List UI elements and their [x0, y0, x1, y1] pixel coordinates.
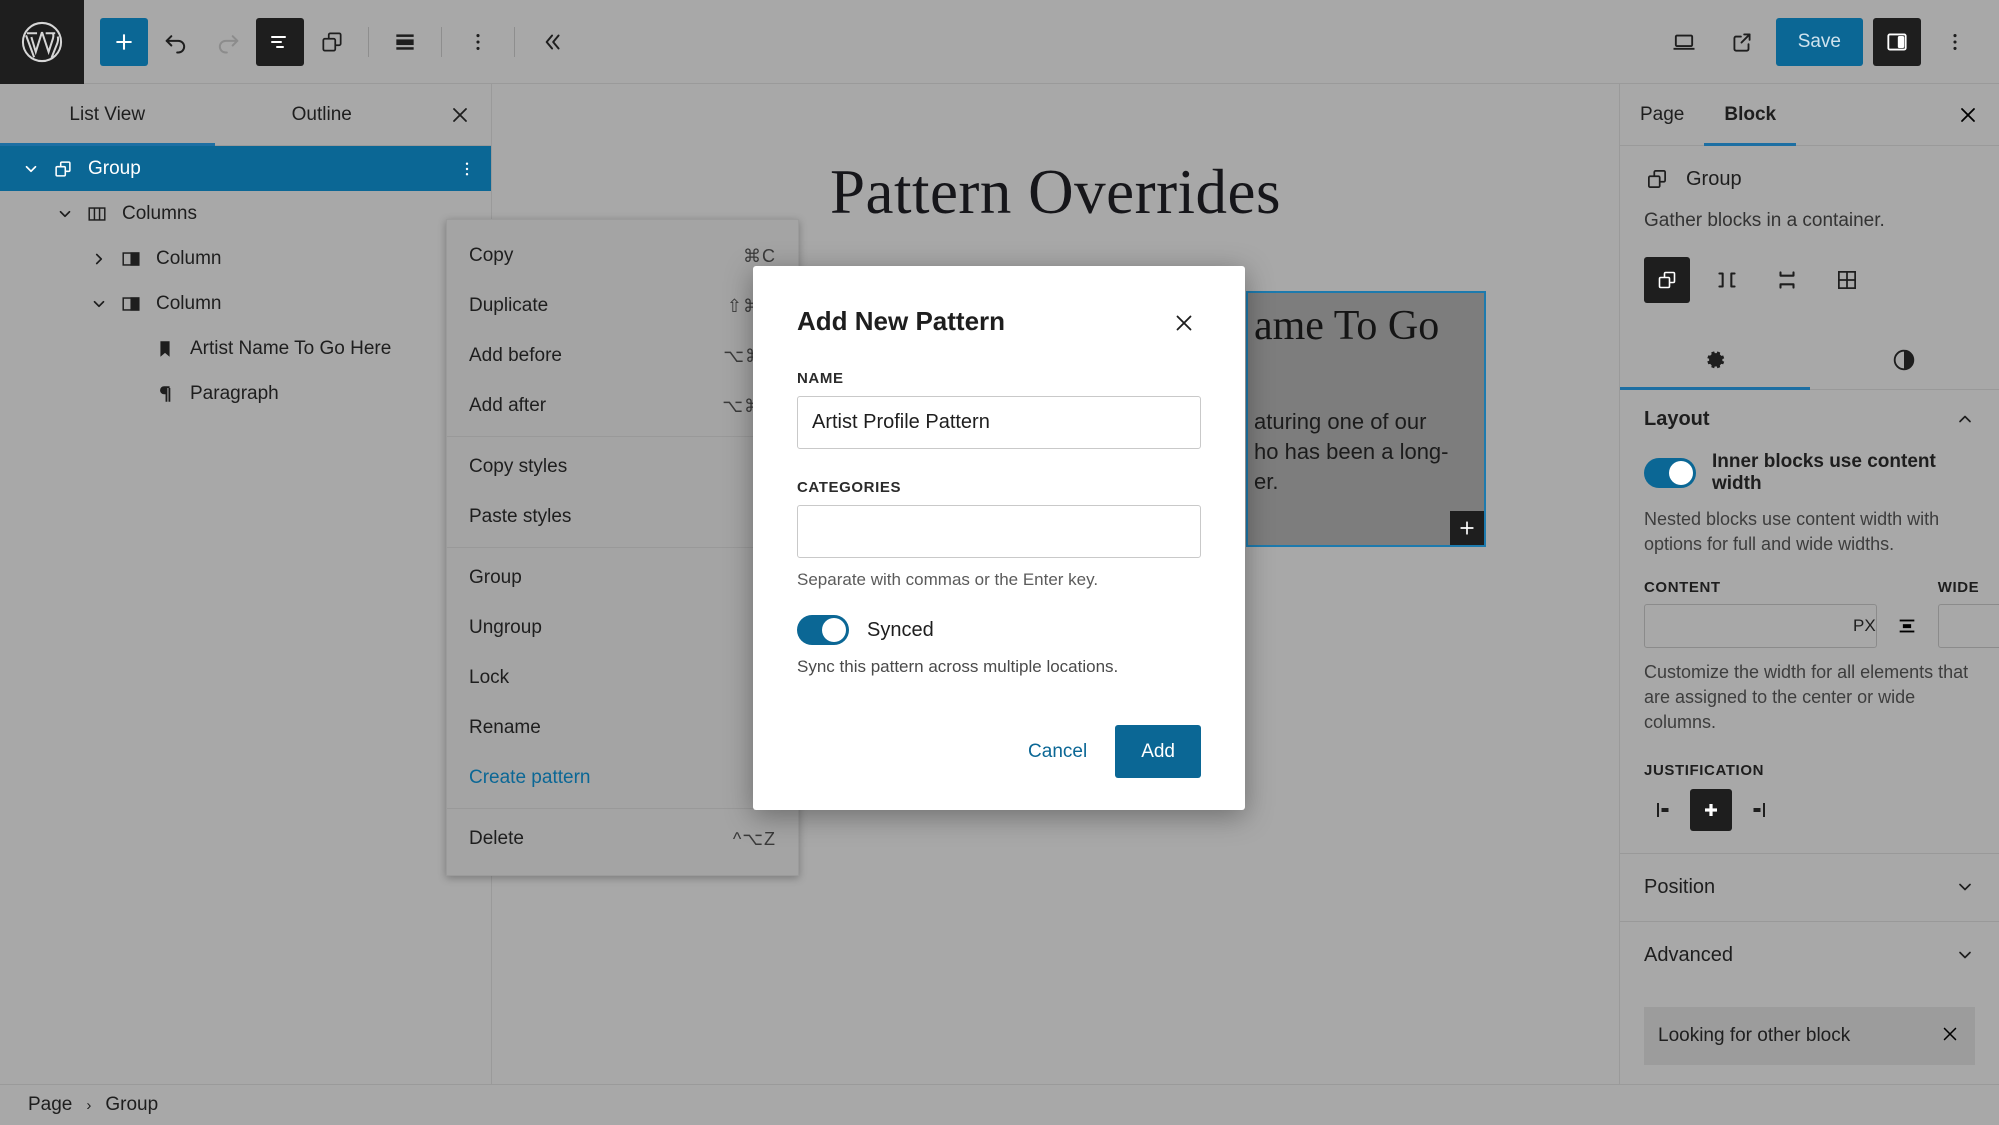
add-button[interactable]: Add: [1115, 725, 1201, 778]
modal-header: Add New Pattern: [797, 294, 1201, 340]
name-field-label: NAME: [797, 370, 844, 387]
modal-actions: Cancel Add: [797, 725, 1201, 778]
editor-app: Save List View Outline Group Columns Col…: [0, 0, 1999, 1125]
synced-label: Synced: [867, 618, 934, 641]
synced-toggle-row: Synced: [797, 615, 1201, 645]
cancel-button[interactable]: Cancel: [1010, 729, 1105, 775]
modal-title: Add New Pattern: [797, 306, 1006, 336]
synced-toggle[interactable]: [797, 615, 849, 645]
close-icon[interactable]: [1167, 306, 1201, 340]
toggle-knob: [822, 618, 846, 642]
categories-help-text: Separate with commas or the Enter key.: [797, 570, 1099, 589]
add-new-pattern-modal: Add New Pattern NAME CATEGORIES Separate…: [753, 266, 1245, 810]
pattern-categories-input[interactable]: [797, 505, 1201, 558]
pattern-name-input[interactable]: [797, 396, 1201, 449]
synced-help-text: Sync this pattern across multiple locati…: [797, 657, 1119, 676]
modal-overlay: Add New Pattern NAME CATEGORIES Separate…: [0, 0, 1999, 1125]
categories-field-label: CATEGORIES: [797, 479, 902, 496]
